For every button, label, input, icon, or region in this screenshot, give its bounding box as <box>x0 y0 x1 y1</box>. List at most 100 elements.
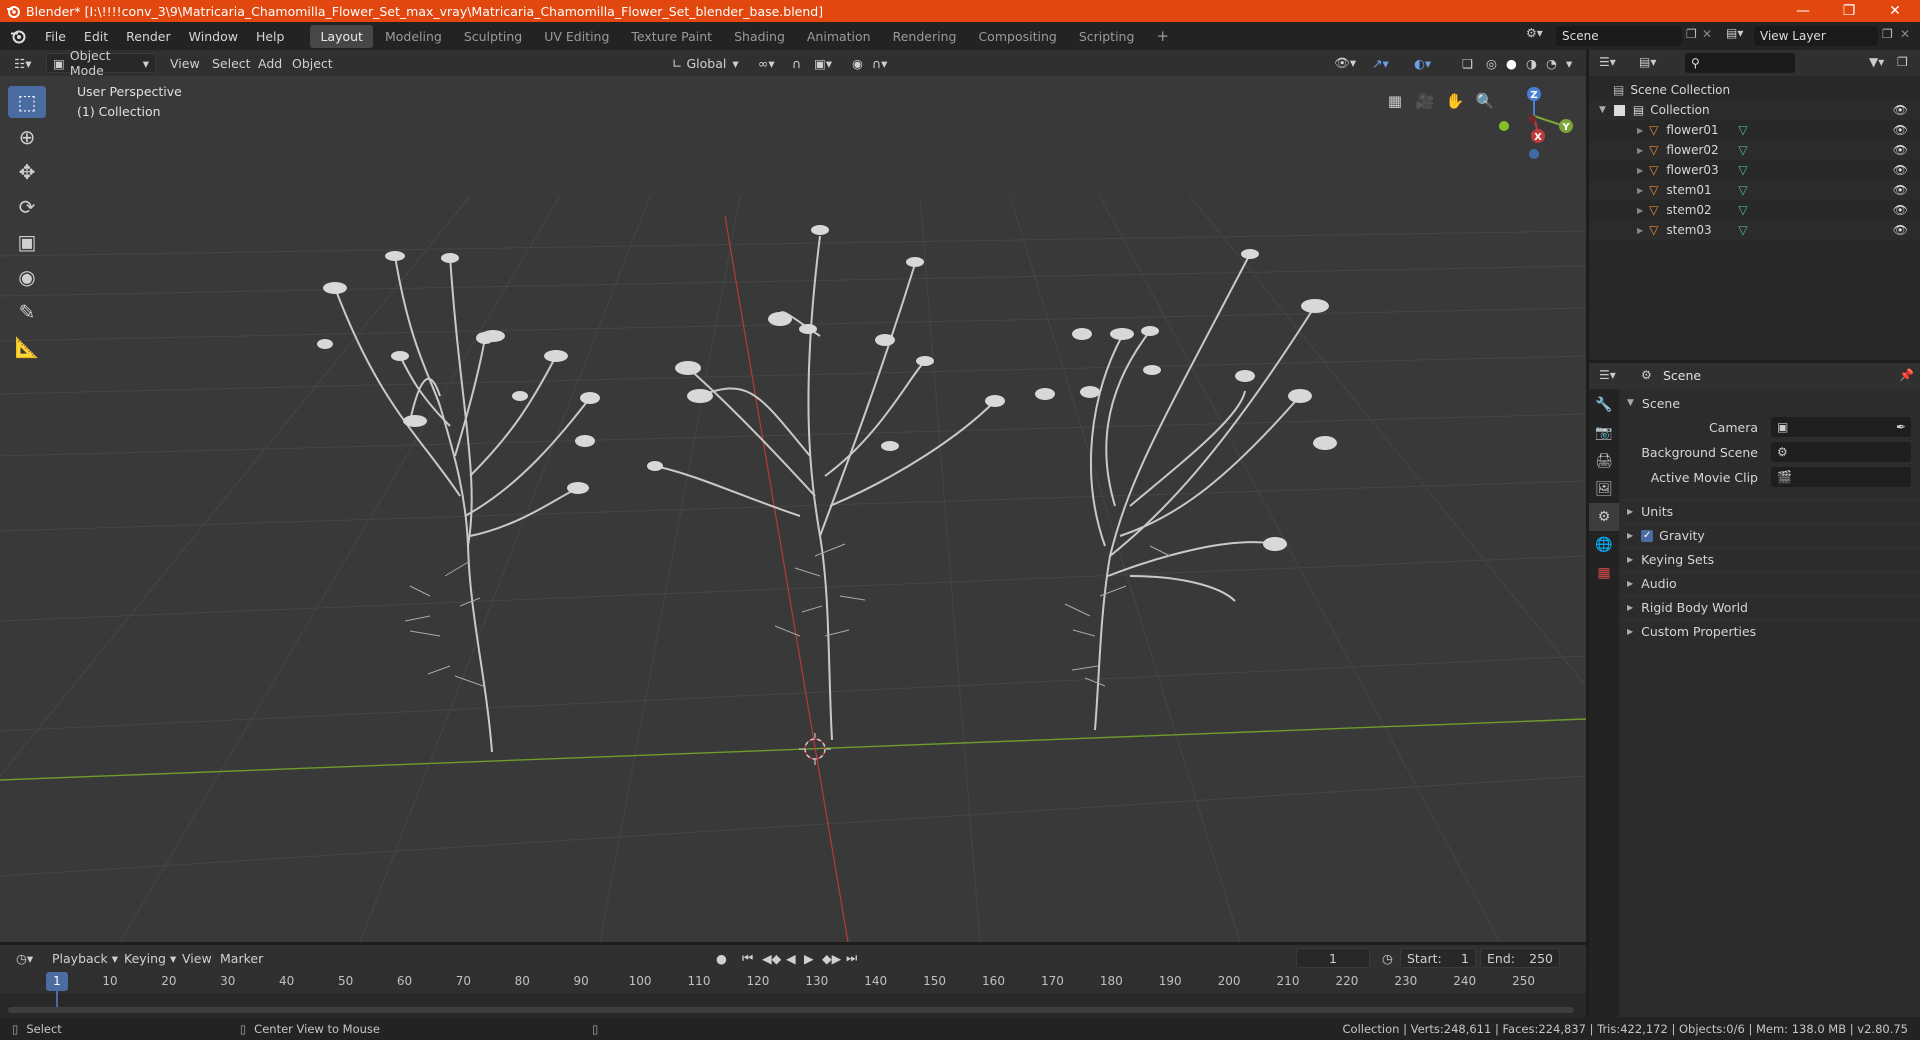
new-scene-icon[interactable]: ❐ <box>1686 27 1697 41</box>
eye-icon[interactable]: 👁 <box>1893 123 1908 137</box>
transform-tool-icon[interactable]: ◉ <box>8 261 46 293</box>
select-box-tool-icon[interactable]: ⬚ <box>8 86 46 118</box>
audio-panel-header[interactable]: ▶ Audio <box>1619 571 1920 595</box>
editor-type-icon[interactable]: ☷▾ <box>8 53 37 73</box>
tab-animation[interactable]: Animation <box>797 25 881 48</box>
view-layer-tab-icon[interactable]: 🖼 <box>1589 475 1619 503</box>
tab-compositing[interactable]: Compositing <box>968 25 1066 48</box>
view-layer-browse-icon[interactable]: ▤▾ <box>1726 26 1743 40</box>
tab-rendering[interactable]: Rendering <box>883 25 967 48</box>
expand-arrow-icon[interactable]: ▶ <box>1637 226 1643 235</box>
keying-sets-panel-header[interactable]: ▶ Keying Sets <box>1619 547 1920 571</box>
expand-arrow-icon[interactable]: ▶ <box>1637 206 1643 215</box>
falloff-icon[interactable]: ∩▾ <box>866 53 893 73</box>
menu-object[interactable]: Object <box>286 53 339 73</box>
tab-scripting[interactable]: Scripting <box>1069 25 1145 48</box>
preview-range-icon[interactable]: ◷ <box>1376 948 1399 968</box>
scale-tool-icon[interactable]: ▣ <box>8 226 46 258</box>
camera-field[interactable]: ▣ ✒ <box>1771 417 1911 437</box>
menu-add[interactable]: Add <box>252 53 288 73</box>
properties-editor-type-icon[interactable]: ☰▾ <box>1599 368 1616 382</box>
outliner-row-stem02[interactable]: ▶ ▽ stem02 ▽ 👁 <box>1589 200 1920 220</box>
tab-texture-paint[interactable]: Texture Paint <box>621 25 722 48</box>
eye-icon[interactable]: 👁 <box>1893 203 1908 217</box>
texture-tab-icon[interactable]: ▦ <box>1589 559 1619 587</box>
rotate-tool-icon[interactable]: ⟳ <box>8 191 46 223</box>
scene-browse-icon[interactable]: ⚙▾ <box>1526 26 1543 40</box>
delete-scene-icon[interactable]: ✕ <box>1702 27 1712 41</box>
render-tab-icon[interactable]: 📷 <box>1589 419 1619 447</box>
eye-icon[interactable]: 👁 <box>1893 183 1908 197</box>
tab-modeling[interactable]: Modeling <box>375 25 452 48</box>
scene-tab-icon[interactable]: ⚙ <box>1589 503 1619 531</box>
eye-icon[interactable]: 👁 <box>1893 223 1908 237</box>
gravity-panel-header[interactable]: ▶ ✓ Gravity <box>1619 523 1920 547</box>
menu-window[interactable]: Window <box>180 29 247 44</box>
units-panel-header[interactable]: ▶ Units <box>1619 499 1920 523</box>
eye-icon[interactable]: 👁 <box>1893 143 1908 157</box>
menu-view-timeline[interactable]: View <box>176 948 218 968</box>
tool-tab-icon[interactable]: 🔧 <box>1589 391 1619 419</box>
frame-ruler[interactable]: 1 10 20 30 40 50 60 70 80 90 100 110 120 130 140 150 160… <box>0 971 1586 993</box>
close-button[interactable]: ✕ <box>1872 0 1918 22</box>
outliner-row-stem01[interactable]: ▶ ▽ stem01 ▽ 👁 <box>1589 180 1920 200</box>
toggle-perspective-icon[interactable]: ▦ <box>1382 88 1408 114</box>
navigation-gizmo[interactable]: Z Y X <box>1499 87 1573 159</box>
current-frame-field[interactable]: 1 <box>1296 948 1370 968</box>
pan-view-icon[interactable]: ✋ <box>1442 88 1468 114</box>
output-tab-icon[interactable]: 🖨 <box>1589 447 1619 475</box>
exclude-checkbox[interactable] <box>1613 104 1625 116</box>
tab-layout[interactable]: Layout <box>310 24 373 48</box>
expand-arrow-icon[interactable]: ▶ <box>1637 186 1643 195</box>
mode-dropdown[interactable]: ▣ Object Mode ▾ <box>46 48 156 78</box>
rigid-body-world-panel-header[interactable]: ▶ Rigid Body World <box>1619 595 1920 619</box>
overlay-toggle-icon[interactable]: ◐▾ <box>1408 53 1437 73</box>
gizmo-toggle-icon[interactable]: ↗▾ <box>1366 53 1395 73</box>
new-view-layer-icon[interactable]: ❐ <box>1882 27 1893 41</box>
expand-arrow-icon[interactable]: ▼ <box>1599 105 1606 115</box>
menu-view[interactable]: View <box>164 53 206 73</box>
pivot-point-icon[interactable]: ∞▾ <box>752 53 781 73</box>
measure-tool-icon[interactable]: 📐 <box>8 331 46 363</box>
menu-file[interactable]: File <box>36 29 75 44</box>
display-mode-icon[interactable]: ▤▾ <box>1639 55 1656 69</box>
world-tab-icon[interactable]: 🌐 <box>1589 531 1619 559</box>
outliner-row-flower01[interactable]: ▶ ▽ flower01 ▽ 👁 <box>1589 120 1920 140</box>
active-movie-clip-field[interactable]: 🎬 <box>1771 467 1911 487</box>
tab-uv-editing[interactable]: UV Editing <box>534 25 619 48</box>
menu-marker[interactable]: Marker <box>214 948 269 968</box>
menu-help[interactable]: Help <box>247 29 294 44</box>
tab-sculpting[interactable]: Sculpting <box>454 25 532 48</box>
outliner-editor-type-icon[interactable]: ☰▾ <box>1599 55 1616 69</box>
scene-field[interactable]: Scene <box>1556 26 1682 46</box>
menu-playback[interactable]: Playback ▾ <box>46 948 124 968</box>
eye-icon[interactable]: 👁 <box>1893 163 1908 177</box>
expand-arrow-icon[interactable]: ▶ <box>1637 146 1643 155</box>
restore-button[interactable]: ❐ <box>1826 0 1872 22</box>
eye-icon[interactable]: 👁 <box>1893 103 1908 117</box>
transform-orientation-dropdown[interactable]: ∟ Global ▾ <box>666 53 745 73</box>
shading-options-icon[interactable]: ▾ <box>1560 53 1578 73</box>
visibility-icon[interactable]: 👁▾ <box>1328 53 1362 73</box>
cursor-tool-icon[interactable]: ⊕ <box>8 121 46 153</box>
filter-icon[interactable]: ▼▾ <box>1869 55 1884 69</box>
camera-view-icon[interactable]: 🎥 <box>1412 88 1438 114</box>
eyedropper-icon[interactable]: ✒ <box>1896 420 1906 434</box>
3d-viewport[interactable]: Z Y X ⬚ ⊕ ✥ ⟳ ▣ ◉ ✎ 📐 User Perspective (… <box>0 76 1586 942</box>
view-layer-field[interactable]: View Layer <box>1754 26 1878 46</box>
outliner-row-collection[interactable]: ▼ ▤ Collection 👁 <box>1589 100 1920 120</box>
start-frame-field[interactable]: Start: 1 <box>1400 948 1476 968</box>
end-frame-field[interactable]: End: 250 <box>1480 948 1560 968</box>
outliner-row-scene-collection[interactable]: ▤ Scene Collection <box>1589 80 1920 100</box>
timeline-editor-type-icon[interactable]: ◷▾ <box>10 948 39 968</box>
gravity-checkbox[interactable]: ✓ <box>1641 529 1654 542</box>
blender-menu-icon[interactable] <box>0 28 36 44</box>
background-scene-field[interactable]: ⚙ <box>1771 442 1911 462</box>
jump-end-icon[interactable]: ⏭ <box>840 948 863 968</box>
outliner-search-input[interactable]: ⚲ <box>1685 53 1795 73</box>
snap-icon[interactable]: ∩ <box>786 53 807 73</box>
menu-select[interactable]: Select <box>206 53 257 73</box>
snap-target-icon[interactable]: ▣▾ <box>808 53 838 73</box>
add-workspace-button[interactable]: + <box>1146 23 1179 49</box>
expand-arrow-icon[interactable]: ▶ <box>1637 126 1643 135</box>
